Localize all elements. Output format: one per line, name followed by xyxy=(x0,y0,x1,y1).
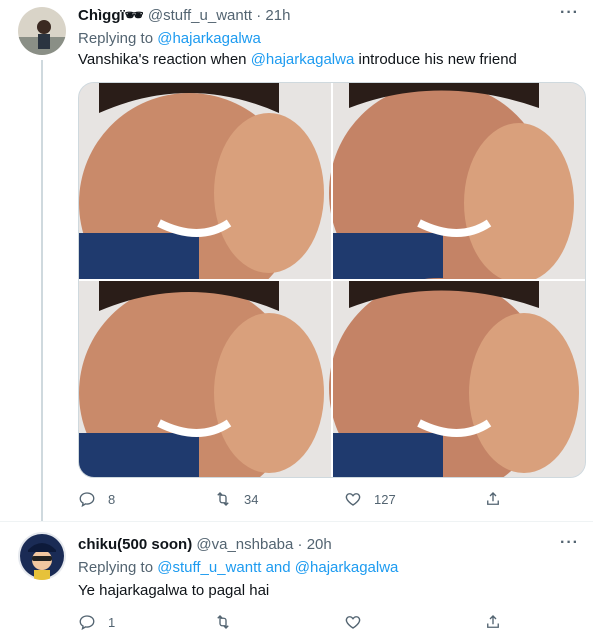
tweet-text: Ye hajarkagalwa to pagal hai xyxy=(78,582,270,599)
share-icon xyxy=(487,615,499,628)
share-icon xyxy=(487,492,499,505)
tweet-header: chiku(500 soon) @va_nshbaba · 20h xyxy=(78,536,332,553)
replying-mention[interactable]: @hajarkagalwa xyxy=(157,30,261,47)
retweet-icon xyxy=(217,492,229,506)
like-button[interactable] xyxy=(344,613,374,631)
replying-to: Replying to @stuff_u_wantt and @hajarkag… xyxy=(78,559,398,576)
tweet-mention[interactable]: @hajarkagalwa xyxy=(251,51,355,68)
panel-bottom-right xyxy=(329,278,585,477)
more-icon[interactable]: ··· xyxy=(560,534,579,552)
avatar[interactable] xyxy=(18,532,66,580)
retweet-button[interactable] xyxy=(214,613,244,631)
like-button[interactable]: 127 xyxy=(344,490,396,508)
author-name[interactable]: Chìggï🕶 xyxy=(78,7,144,24)
reply-count: 1 xyxy=(108,614,116,630)
author-handle[interactable]: @va_nshbaba xyxy=(196,536,293,553)
tweet-media-image[interactable] xyxy=(78,82,586,478)
retweet-button[interactable]: 34 xyxy=(214,490,258,508)
meme-collage xyxy=(79,83,585,477)
timestamp[interactable]: 20h xyxy=(307,536,332,553)
timestamp[interactable]: 21h xyxy=(265,7,290,24)
panel-bottom-left xyxy=(79,281,331,477)
reply-icon xyxy=(79,492,95,508)
panel-top-left xyxy=(79,83,331,313)
like-count: 127 xyxy=(374,491,396,507)
tweet-text: Vanshika's reaction when @hajarkagalwa i… xyxy=(78,51,517,68)
tweet-actions: 1 xyxy=(78,613,499,633)
author-handle[interactable]: @stuff_u_wantt xyxy=(148,7,252,24)
tweet-text-part: Vanshika's reaction when xyxy=(78,51,251,68)
replying-prefix: Replying to xyxy=(78,559,154,576)
retweet-count: 34 xyxy=(244,491,259,507)
reply-button[interactable]: 1 xyxy=(78,613,115,631)
share-button[interactable] xyxy=(484,613,514,631)
replying-and: and xyxy=(265,559,291,576)
reply-count: 8 xyxy=(108,491,116,507)
like-icon xyxy=(345,616,361,629)
tweet-text-part: introduce his new friend xyxy=(354,51,517,68)
tweet-1[interactable]: Chìggï🕶 @stuff_u_wantt · 21h ··· Replyin… xyxy=(0,0,593,521)
tweet-2[interactable]: chiku(500 soon) @va_nshbaba · 20h ··· Re… xyxy=(0,521,593,644)
avatar[interactable] xyxy=(18,7,66,55)
reply-icon xyxy=(79,615,95,631)
more-icon[interactable]: ··· xyxy=(560,4,579,22)
panel-top-right xyxy=(329,83,585,303)
tweet-actions: 8 34 127 xyxy=(78,490,499,510)
author-name[interactable]: chiku(500 soon) xyxy=(78,536,192,553)
replying-mention[interactable]: @stuff_u_wantt xyxy=(157,559,261,576)
separator-dot: · xyxy=(297,536,303,553)
retweet-icon xyxy=(217,615,229,629)
like-icon xyxy=(345,493,361,506)
replying-prefix: Replying to xyxy=(78,30,154,47)
replying-mention[interactable]: @hajarkagalwa xyxy=(295,559,399,576)
reply-button[interactable]: 8 xyxy=(78,490,115,508)
separator-dot: · xyxy=(256,7,262,24)
thread-line xyxy=(41,60,43,521)
tweet-header: Chìggï🕶 @stuff_u_wantt · 21h xyxy=(78,6,290,24)
replying-to: Replying to @hajarkagalwa xyxy=(78,30,261,47)
share-button[interactable] xyxy=(484,490,514,508)
